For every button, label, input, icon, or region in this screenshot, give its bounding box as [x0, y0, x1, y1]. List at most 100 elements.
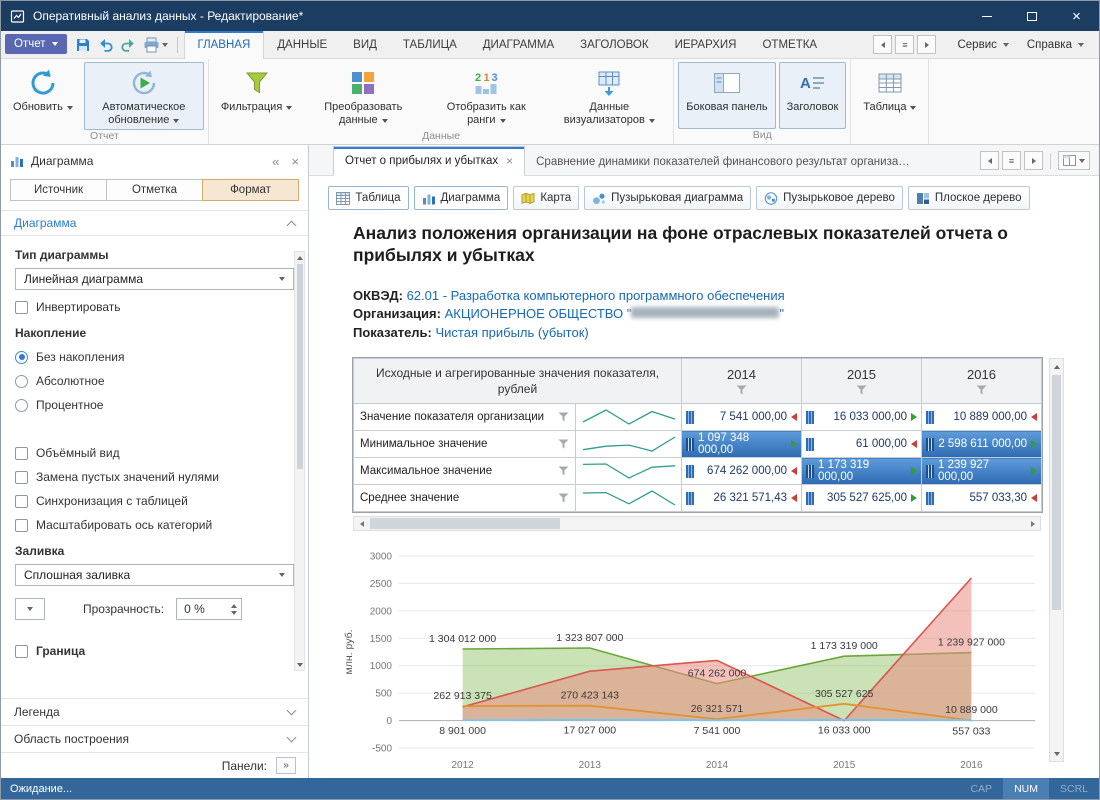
value-cell[interactable]: 2 598 611 000,00 [922, 431, 1042, 458]
ribbon-tab-главная[interactable]: ГЛАВНАЯ [184, 31, 265, 59]
ribbon-tab-отметка[interactable]: ОТМЕТКА [749, 31, 830, 58]
service-menu[interactable]: Сервис [948, 35, 1017, 55]
format-checkbox[interactable]: Объёмный вид [15, 446, 294, 460]
value-cell[interactable]: 674 262 000,00 [682, 458, 802, 485]
side-panel-button[interactable]: Боковая панель [678, 62, 775, 129]
table-header-year[interactable]: 2014 [682, 359, 802, 404]
maximize-button[interactable] [1009, 1, 1054, 31]
scroll-right-button[interactable] [1025, 517, 1040, 530]
value-cell[interactable]: 1 097 348 000,00 [682, 431, 802, 458]
scroll-down-button[interactable] [295, 659, 304, 670]
scrollbar-thumb[interactable] [1052, 375, 1061, 610]
content-vertical-scrollbar[interactable] [1049, 358, 1064, 762]
sidebar-tab-источник[interactable]: Источник [10, 179, 107, 201]
ribbon-tab-иерархия[interactable]: ИЕРАРХИЯ [662, 31, 750, 58]
value-cell[interactable]: 557 033,30 [922, 485, 1042, 512]
report-menu-button[interactable]: Отчет [5, 34, 67, 54]
tab-list-button[interactable]: ≡ [1002, 151, 1021, 170]
format-checkbox[interactable]: Синхронизация с таблицей [15, 494, 294, 508]
redo-button[interactable] [118, 34, 140, 55]
value-cell[interactable]: 10 889 000,00 [922, 404, 1042, 431]
filter-button[interactable]: Фильтрация [213, 62, 300, 130]
chart-type-select[interactable]: Линейная диаграмма [15, 268, 294, 290]
minimize-button[interactable] [964, 1, 1009, 31]
filter-funnel-icon[interactable] [976, 385, 987, 395]
value-cell[interactable]: 7 541 000,00 [682, 404, 802, 431]
fill-color-dropdown[interactable] [15, 598, 45, 620]
value-cell[interactable]: 16 033 000,00 [802, 404, 922, 431]
scrollbar-thumb[interactable] [297, 264, 303, 469]
format-checkbox[interactable]: Масштабировать ось категорий [15, 518, 294, 532]
tab-scroll-left-button[interactable] [980, 151, 999, 170]
collapse-panel-button[interactable]: « [272, 154, 279, 169]
view-button-bubble-tree-view[interactable]: Пузырьковое дерево [756, 186, 903, 210]
value-cell[interactable]: 26 321 571,43 [682, 485, 802, 512]
show-as-ranks-button[interactable]: 213Отобразить как ранги [426, 62, 546, 130]
filter-funnel-icon[interactable] [558, 466, 569, 476]
layout-button[interactable] [1058, 151, 1090, 170]
ribbon-list-button[interactable]: ≡ [895, 35, 914, 54]
scrollbar-thumb[interactable] [370, 518, 560, 529]
value-cell[interactable]: 305 527 625,00 [802, 485, 922, 512]
view-button-treemap-view[interactable]: Плоское дерево [908, 186, 1030, 210]
value-cell[interactable]: 1 239 927 000,00 [922, 458, 1042, 485]
auto-refresh-button[interactable]: Автоматическое обновление [84, 62, 204, 130]
meta-link[interactable]: Чистая прибыль (убыток) [436, 325, 589, 340]
filter-funnel-icon[interactable] [558, 493, 569, 503]
doc-tab[interactable]: Отчет о прибылях и убытках× [333, 146, 525, 176]
table-button[interactable]: Таблица [855, 62, 924, 130]
sidebar-scrollbar[interactable] [294, 251, 305, 671]
filter-funnel-icon[interactable] [558, 412, 569, 422]
table-header-year[interactable]: 2016 [922, 359, 1042, 404]
border-checkbox[interactable]: Граница [15, 644, 294, 658]
section-header-legend[interactable]: Легенда [1, 698, 308, 725]
table-header-year[interactable]: 2015 [802, 359, 922, 404]
scroll-up-button[interactable] [295, 252, 304, 263]
ribbon-tab-диаграмма[interactable]: ДИАГРАММА [470, 31, 567, 58]
ribbon-tab-данные[interactable]: ДАННЫЕ [264, 31, 340, 58]
help-menu[interactable]: Справка [1018, 35, 1093, 55]
view-button-table-view[interactable]: Таблица [328, 186, 408, 210]
transform-data-button[interactable]: Преобразовать данные [303, 62, 423, 130]
scroll-left-button[interactable] [354, 517, 369, 530]
ribbon-scroll-right-button[interactable] [917, 35, 936, 54]
close-panel-button[interactable]: × [291, 154, 299, 169]
print-button[interactable] [141, 34, 170, 55]
view-button-map-view[interactable]: Карта [513, 186, 579, 210]
view-button-chart-view[interactable]: Диаграмма [414, 186, 509, 210]
refresh-button[interactable]: Обновить [5, 62, 81, 130]
sidebar-tab-формат[interactable]: Формат [202, 179, 299, 201]
ribbon-tab-вид[interactable]: ВИД [340, 31, 390, 58]
stacking-radio[interactable]: Процентное [15, 398, 294, 412]
stacking-radio[interactable]: Абсолютное [15, 374, 294, 388]
close-button[interactable]: × [1054, 1, 1099, 31]
transparency-spinner[interactable]: 0 % [176, 598, 242, 620]
filter-funnel-icon[interactable] [736, 385, 747, 395]
format-checkbox[interactable]: Замена пустых значений нулями [15, 470, 294, 484]
close-tab-icon[interactable]: × [506, 154, 513, 168]
view-button-bubble-chart-view[interactable]: Пузырьковая диаграмма [584, 186, 751, 210]
value-cell[interactable]: 61 000,00 [802, 431, 922, 458]
value-cell[interactable]: 1 173 319 000,00 [802, 458, 922, 485]
filter-funnel-icon[interactable] [856, 385, 867, 395]
header-button[interactable]: AЗаголовок [779, 62, 847, 129]
spinner-buttons[interactable] [231, 604, 237, 615]
ribbon-tab-заголовок[interactable]: ЗАГОЛОВОК [567, 31, 661, 58]
save-button[interactable] [72, 34, 94, 55]
tab-scroll-right-button[interactable] [1024, 151, 1043, 170]
scroll-up-button[interactable] [1050, 359, 1063, 374]
section-header-chart[interactable]: Диаграмма [1, 210, 308, 236]
visualizer-data-button[interactable]: Данные визуализаторов [549, 62, 669, 130]
table-horizontal-scrollbar[interactable] [353, 516, 1041, 531]
undo-button[interactable] [95, 34, 117, 55]
filter-funnel-icon[interactable] [558, 439, 569, 449]
invert-checkbox[interactable]: Инвертировать [15, 300, 294, 314]
stacking-radio[interactable]: Без накопления [15, 350, 294, 364]
section-header-plot-area[interactable]: Область построения [1, 725, 308, 752]
meta-link[interactable]: АКЦИОНЕРНОЕ ОБЩЕСТВО "" [445, 306, 784, 321]
sidebar-tab-отметка[interactable]: Отметка [106, 179, 203, 201]
ribbon-scroll-left-button[interactable] [873, 35, 892, 54]
fill-select[interactable]: Сплошная заливка [15, 564, 294, 586]
meta-link[interactable]: 62.01 - Разработка компьютерного програм… [407, 288, 785, 303]
scroll-down-button[interactable] [1050, 746, 1063, 761]
